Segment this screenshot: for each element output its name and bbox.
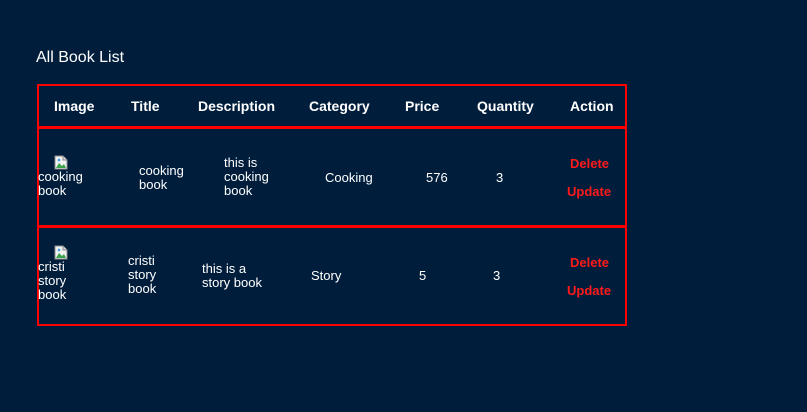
book-quantity: 3 [496, 170, 504, 185]
table-header: Image Title Description Category Price Q… [37, 84, 627, 128]
book-category: Story [311, 268, 342, 283]
book-description: this is a story book [202, 261, 262, 290]
book-title: cristi story book [128, 253, 157, 296]
image-alt-text: cooking book [38, 169, 83, 198]
book-price: 5 [419, 268, 427, 283]
table-row: cooking book cooking book this is cookin… [37, 127, 627, 227]
table-row: cristi story book cristi story book this… [37, 226, 627, 326]
header-title: Title [131, 98, 160, 114]
delete-button[interactable]: Delete [570, 255, 609, 270]
book-price: 576 [426, 170, 448, 185]
header-action: Action [570, 98, 614, 114]
header-quantity: Quantity [477, 98, 534, 114]
book-image: cooking book [38, 155, 110, 198]
header-category: Category [309, 98, 370, 114]
header-image: Image [54, 98, 95, 114]
book-quantity: 3 [493, 268, 501, 283]
header-price: Price [405, 98, 440, 114]
image-alt-text: cristi story book [38, 259, 67, 302]
book-category: Cooking [325, 170, 373, 185]
delete-button[interactable]: Delete [570, 156, 609, 171]
book-title: cooking book [139, 163, 184, 192]
page-title: All Book List [36, 49, 125, 66]
broken-image-icon [54, 155, 68, 170]
update-button[interactable]: Update [567, 184, 611, 199]
header-description: Description [198, 98, 276, 114]
book-image: cristi story book [38, 245, 104, 302]
book-description: this is cooking book [224, 155, 269, 198]
update-button[interactable]: Update [567, 283, 611, 298]
broken-image-icon [54, 245, 68, 260]
